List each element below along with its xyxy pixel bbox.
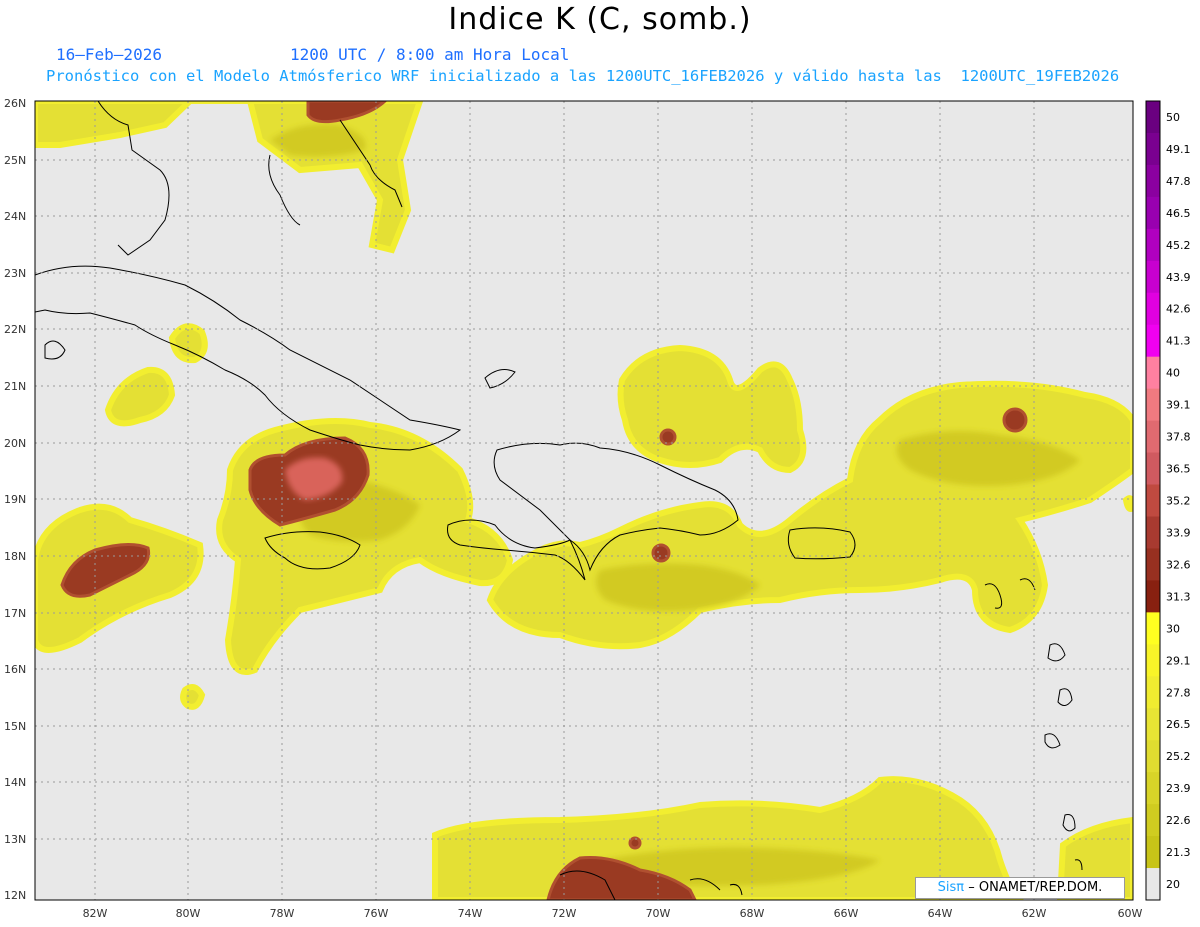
lat-label: 19N — [4, 493, 26, 506]
colorbar-label: 31.3 — [1166, 590, 1191, 603]
colorbar-swatch — [1146, 836, 1160, 869]
colorbar-swatch — [1146, 260, 1160, 294]
colorbar-label: 42.6 — [1166, 303, 1191, 316]
colorbar-label: 40 — [1166, 367, 1180, 380]
lat-label: 15N — [4, 720, 26, 733]
colorbar-label: 50 — [1166, 111, 1180, 124]
lat-label: 13N — [4, 833, 26, 846]
lon-label: 72W — [552, 907, 577, 920]
colorbar-swatch — [1146, 228, 1160, 262]
colorbar-label: 30 — [1166, 622, 1180, 635]
colorbar-swatch — [1146, 676, 1160, 709]
lon-label: 68W — [740, 907, 765, 920]
colorbar-swatch — [1146, 612, 1160, 645]
colorbar-label: 21.3 — [1166, 846, 1191, 859]
longitude-labels: 82W 80W 78W 76W 74W 72W 70W 68W 66W 64W … — [83, 907, 1143, 920]
credit-box: Sisπ – ONAMET/REP.DOM. — [915, 877, 1125, 899]
colorbar-swatch — [1146, 484, 1160, 517]
colorbar-label: 36.5 — [1166, 463, 1191, 476]
colorbar: 50 49.1 47.8 46.5 45.2 43.9 42.6 41.3 40 39.1 37.8… — [1145, 100, 1191, 901]
colorbar-swatch — [1146, 708, 1160, 741]
lat-label: 16N — [4, 663, 26, 676]
colorbar-swatch — [1146, 548, 1160, 581]
lat-label: 21N — [4, 380, 26, 393]
lat-label: 25N — [4, 154, 26, 167]
colorbar-swatch — [1146, 324, 1160, 358]
colorbar-label: 45.2 — [1166, 239, 1191, 252]
colorbar-label: 20 — [1166, 878, 1180, 891]
colorbar-label: 41.3 — [1166, 335, 1191, 348]
colorbar-swatch — [1146, 452, 1160, 486]
colorbar-swatch — [1146, 516, 1160, 549]
colorbar-label: 35.2 — [1166, 495, 1191, 508]
lon-label: 76W — [364, 907, 389, 920]
colorbar-label: 33.9 — [1166, 526, 1191, 539]
lat-label: 23N — [4, 267, 26, 280]
lon-label: 82W — [83, 907, 108, 920]
lon-label: 66W — [834, 907, 859, 920]
colorbar-swatch — [1146, 101, 1160, 134]
lat-label: 26N — [4, 97, 26, 110]
lon-label: 70W — [646, 907, 671, 920]
colorbar-swatch — [1146, 292, 1160, 326]
lon-label: 78W — [270, 907, 295, 920]
colorbar-label: 37.8 — [1166, 431, 1191, 444]
lat-label: 18N — [4, 550, 26, 563]
colorbar-label: 25.2 — [1166, 750, 1191, 763]
colorbar-swatch — [1146, 644, 1160, 677]
colorbar-swatch — [1146, 804, 1160, 837]
colorbar-label: 26.5 — [1166, 718, 1191, 731]
colorbar-label: 49.1 — [1166, 143, 1191, 156]
colorbar-label: 23.9 — [1166, 782, 1191, 795]
lat-label: 24N — [4, 210, 26, 223]
colorbar-swatch — [1146, 164, 1160, 198]
lon-label: 60W — [1118, 907, 1143, 920]
colorbar-swatch — [1146, 868, 1160, 901]
lat-label: 22N — [4, 323, 26, 336]
colorbar-label: 46.5 — [1166, 207, 1191, 220]
colorbar-label: 32.6 — [1166, 558, 1191, 571]
sispi-logo: Sisπ — [937, 880, 965, 895]
colorbar-swatch — [1146, 356, 1160, 390]
credit-text: – ONAMET/REP.DOM. — [968, 880, 1103, 895]
colorbar-swatch — [1146, 132, 1160, 166]
map-canvas: 26N 25N 24N 23N 22N 21N 20N 19N 18N 17N … — [4, 97, 1191, 920]
lon-label: 80W — [176, 907, 201, 920]
lat-label: 20N — [4, 437, 26, 450]
colorbar-label: 29.1 — [1166, 654, 1191, 667]
colorbar-label: 47.8 — [1166, 175, 1191, 188]
colorbar-label: 43.9 — [1166, 271, 1191, 284]
colorbar-label: 39.1 — [1166, 399, 1191, 412]
colorbar-swatch — [1146, 740, 1160, 773]
colorbar-swatch — [1146, 772, 1160, 805]
colorbar-swatch — [1146, 196, 1160, 230]
latitude-labels: 26N 25N 24N 23N 22N 21N 20N 19N 18N 17N … — [4, 97, 26, 902]
colorbar-swatch — [1146, 420, 1160, 454]
lon-label: 64W — [928, 907, 953, 920]
lat-label: 17N — [4, 607, 26, 620]
colorbar-swatch — [1146, 580, 1160, 613]
lat-label: 12N — [4, 889, 26, 902]
colorbar-label: 22.6 — [1166, 814, 1191, 827]
lon-label: 74W — [458, 907, 483, 920]
lon-label: 62W — [1022, 907, 1047, 920]
colorbar-swatch — [1146, 388, 1160, 422]
lat-label: 14N — [4, 776, 26, 789]
colorbar-label: 27.8 — [1166, 686, 1191, 699]
